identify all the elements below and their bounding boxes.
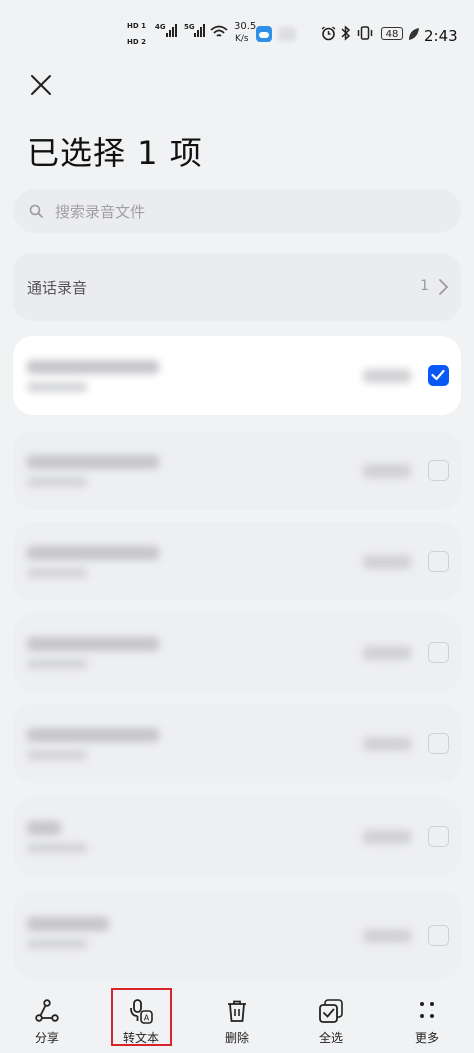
item-checkbox[interactable] <box>428 925 449 946</box>
select-all-icon <box>319 999 343 1023</box>
check-icon <box>431 369 445 381</box>
recording-duration <box>363 737 411 751</box>
recording-date <box>27 382 87 392</box>
item-checkbox[interactable] <box>428 460 449 481</box>
close-icon[interactable] <box>26 70 56 100</box>
recording-item-selected[interactable] <box>13 336 461 415</box>
weather-app-icon <box>256 26 272 42</box>
sim1-indicator: HD 1 <box>127 22 146 30</box>
item-checkbox[interactable] <box>428 642 449 663</box>
leaf-icon <box>409 28 419 40</box>
recording-duration <box>363 929 411 943</box>
recording-title <box>27 917 109 931</box>
status-bar: HD 1 HD 2 4G 5G 30.5 K/s 48 2:43 <box>0 0 474 62</box>
net-speed-unit: K/s <box>235 34 249 44</box>
recording-item[interactable] <box>13 797 461 876</box>
search-bar[interactable] <box>13 189 461 235</box>
sim2-indicator: HD 2 <box>127 38 146 46</box>
page-title: 已选择 1 项 <box>27 134 203 172</box>
select-all-label: 全选 <box>318 1031 343 1045</box>
wifi-icon <box>210 25 228 37</box>
recording-item[interactable] <box>13 431 461 510</box>
recording-item[interactable] <box>13 704 461 783</box>
recording-date <box>27 750 87 760</box>
recording-date <box>27 568 87 578</box>
bottom-toolbar: 分享 A 转文本 删除 全选 更多 <box>0 990 474 1053</box>
recording-item[interactable] <box>13 613 461 692</box>
folder-label: 通话录音 <box>27 279 88 297</box>
recording-title <box>27 821 61 835</box>
network1-label: 4G <box>155 23 166 31</box>
search-icon <box>29 204 43 218</box>
recording-title <box>27 360 159 374</box>
item-checkbox[interactable] <box>428 826 449 847</box>
more-button[interactable]: 更多 <box>387 990 467 1053</box>
share-button[interactable]: 分享 <box>7 990 87 1053</box>
folder-count: 1 <box>420 278 429 294</box>
battery-indicator: 48 <box>381 27 403 40</box>
delete-label: 删除 <box>224 1031 249 1045</box>
recording-duration <box>363 464 411 478</box>
recording-duration <box>363 369 411 383</box>
more-label: 更多 <box>414 1031 439 1045</box>
share-label: 分享 <box>34 1031 59 1045</box>
alarm-icon <box>321 26 336 41</box>
clock: 2:43 <box>424 27 458 45</box>
recording-title <box>27 455 159 469</box>
recording-date <box>27 939 87 949</box>
recording-title <box>27 546 159 560</box>
recording-duration <box>363 646 411 660</box>
share-icon <box>35 999 59 1022</box>
item-checkbox-checked[interactable] <box>428 365 449 386</box>
call-recordings-folder[interactable]: 通话录音 1 <box>13 253 461 321</box>
recording-title <box>27 637 159 651</box>
vibrate-icon <box>357 26 373 40</box>
recording-date <box>27 843 87 853</box>
recording-item[interactable] <box>13 891 461 979</box>
signal1-icon <box>166 23 177 37</box>
search-input[interactable] <box>53 189 447 235</box>
highlight-annotation <box>111 988 172 1046</box>
notification-icon <box>278 27 296 41</box>
delete-button[interactable]: 删除 <box>197 990 277 1053</box>
recording-date <box>27 659 87 669</box>
bluetooth-icon <box>341 25 351 41</box>
recording-item[interactable] <box>13 522 461 601</box>
net-speed-value: 30.5 <box>234 21 257 32</box>
recording-duration <box>363 830 411 844</box>
recording-title <box>27 728 159 742</box>
trash-icon <box>228 1000 246 1022</box>
recording-date <box>27 477 87 487</box>
more-icon <box>420 1002 434 1018</box>
item-checkbox[interactable] <box>428 551 449 572</box>
signal2-icon <box>194 23 205 37</box>
recording-duration <box>363 555 411 569</box>
item-checkbox[interactable] <box>428 733 449 754</box>
select-all-button[interactable]: 全选 <box>291 990 371 1053</box>
chevron-right-icon <box>439 279 449 295</box>
